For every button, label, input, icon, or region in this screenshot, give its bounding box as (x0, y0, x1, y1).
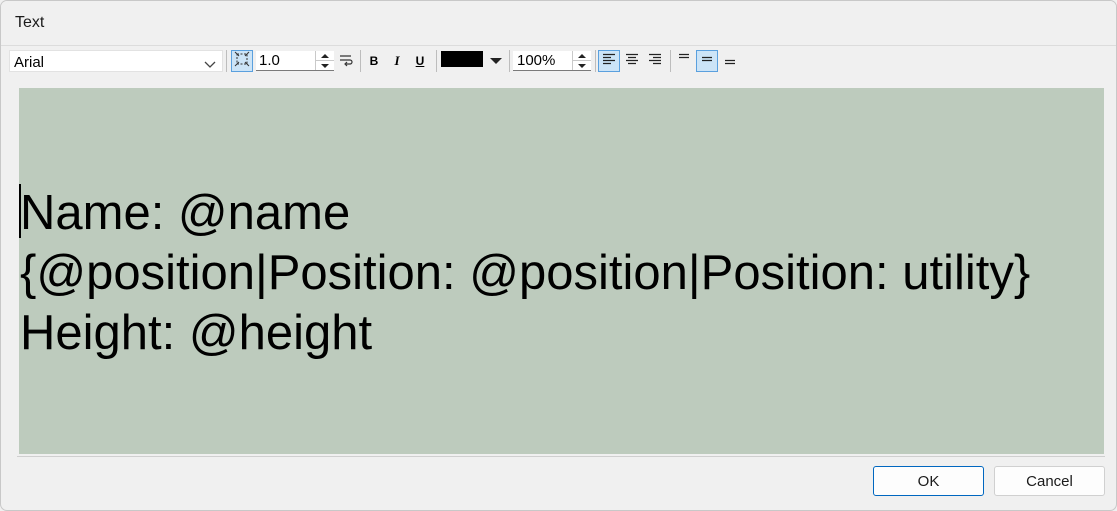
underline-button[interactable]: U (411, 50, 429, 72)
ok-button[interactable]: OK (873, 466, 984, 496)
autosize-icon (234, 51, 250, 72)
valign-bottom-icon (723, 52, 737, 71)
align-right-button[interactable] (644, 50, 666, 72)
text-color-swatch[interactable] (441, 51, 483, 67)
word-wrap-icon (338, 51, 354, 72)
align-left-icon (602, 52, 616, 70)
align-left-button[interactable] (598, 50, 620, 72)
valign-bottom-button[interactable] (719, 50, 741, 72)
text-dialog: Text Arial 1.0 B I U 100% Name: @name {@… (0, 0, 1117, 511)
title-bar[interactable]: Text (1, 1, 1116, 46)
align-center-icon (625, 52, 639, 70)
zoom-value: 100% (517, 52, 556, 69)
stepper-up-icon[interactable] (316, 51, 334, 60)
stepper-down-icon[interactable] (316, 60, 334, 70)
editor-text-content[interactable]: Name: @name {@position|Position: @positi… (20, 183, 1030, 363)
autosize-button[interactable] (231, 50, 253, 72)
word-wrap-button[interactable] (335, 50, 357, 72)
valign-top-icon (677, 52, 691, 71)
stepper-up-icon[interactable] (573, 51, 591, 60)
font-family-value: Arial (14, 54, 45, 71)
stepper-arrows (572, 51, 591, 70)
toolbar-separator (670, 50, 671, 72)
zoom-stepper[interactable]: 100% (513, 51, 591, 71)
align-right-icon (648, 52, 662, 70)
stepper-down-icon[interactable] (573, 60, 591, 70)
italic-button[interactable]: I (388, 50, 406, 72)
line-spacing-value: 1.0 (259, 52, 280, 69)
valign-middle-button[interactable] (696, 50, 718, 72)
chevron-down-icon (204, 56, 216, 73)
cancel-button[interactable]: Cancel (994, 466, 1105, 496)
stepper-arrows (315, 51, 334, 70)
valign-top-button[interactable] (673, 50, 695, 72)
footer-divider (17, 456, 1105, 457)
caret-down-icon (490, 52, 502, 70)
bold-button[interactable]: B (365, 50, 383, 72)
dialog-title: Text (15, 14, 45, 31)
align-center-button[interactable] (621, 50, 643, 72)
text-color-dropdown[interactable] (487, 50, 505, 72)
font-family-select[interactable]: Arial (9, 50, 223, 72)
toolbar-separator (436, 50, 437, 72)
toolbar-separator (595, 50, 596, 72)
line-spacing-stepper[interactable]: 1.0 (256, 51, 334, 71)
toolbar-separator (226, 50, 227, 72)
valign-middle-icon (700, 52, 714, 71)
formatting-toolbar: Arial 1.0 B I U 100% (9, 49, 1109, 75)
toolbar-separator (509, 50, 510, 72)
toolbar-separator (360, 50, 361, 72)
text-editor[interactable]: Name: @name {@position|Position: @positi… (19, 88, 1104, 454)
